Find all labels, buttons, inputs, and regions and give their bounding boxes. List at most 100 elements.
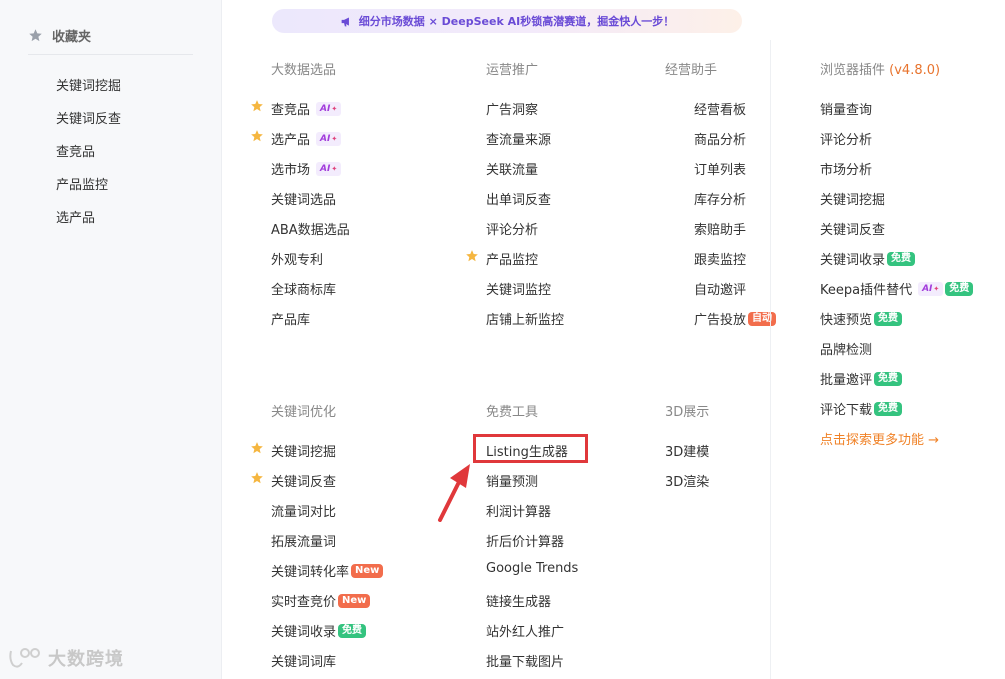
menu-item-product-analysis[interactable]: 商品分析: [694, 129, 746, 148]
menu-item-related-traffic[interactable]: 关联流量: [486, 159, 538, 178]
menu-item-keyword-mining[interactable]: 关键词挖掘: [271, 441, 336, 460]
plugin-item-review-download[interactable]: 评论下载 免费: [820, 399, 903, 418]
favorites-title: 收藏夹: [52, 30, 92, 45]
plugin-item-keepa-alt[interactable]: Keepa插件替代 AI ✦ 免费: [820, 279, 974, 298]
sidebar-item-check-competitor[interactable]: 查竞品: [56, 141, 95, 160]
menu-item-profit-calculator[interactable]: 利润计算器: [486, 501, 551, 520]
menu-item-store-new-monitor[interactable]: 店铺上新监控: [486, 309, 564, 328]
ai-badge: AI ✦: [316, 161, 342, 176]
section-title-promotion: 运营推广: [486, 63, 539, 78]
menu-item-label: 广告投放: [694, 313, 747, 328]
menu-item-listing-generator[interactable]: Listing生成器: [486, 441, 568, 460]
menu-item-trademark[interactable]: 全球商标库: [271, 279, 336, 298]
menu-item-realtime-bid[interactable]: 实时查竞价 New: [271, 591, 371, 610]
ai-badge-text: AI: [320, 133, 331, 144]
free-badge: 免费: [874, 401, 903, 416]
menu-item-keyword-conversion[interactable]: 关键词转化率 New: [271, 561, 384, 580]
menu-item-keyword-index[interactable]: 关键词收录 免费: [271, 621, 367, 640]
menu-item-label: Keepa插件替代: [820, 283, 913, 298]
pointer-arrow-icon: [438, 464, 470, 522]
promo-banner-text: 细分市场数据 × DeepSeek AI秒锁高潜赛道，掘金快人一步！: [358, 15, 675, 28]
auto-badge: 自动: [748, 311, 777, 326]
free-badge: 免费: [945, 281, 974, 296]
watermark-text: 大数跨境: [48, 649, 124, 670]
ai-badge-text: AI: [320, 163, 331, 174]
menu-item-label: 批量邀评: [820, 373, 873, 388]
menu-item-ad-delivery[interactable]: 广告投放 自动: [694, 309, 777, 328]
plugin-item-brand-check[interactable]: 品牌检测: [820, 339, 872, 358]
promo-banner[interactable]: 细分市场数据 × DeepSeek AI秒锁高潜赛道，掘金快人一步！: [272, 9, 742, 33]
menu-item-keyword-monitor[interactable]: 关键词监控: [486, 279, 551, 298]
menu-item-product-monitor[interactable]: 产品监控: [486, 249, 538, 268]
column-divider: [770, 40, 771, 679]
section-title-plugin: 浏览器插件 (v4.8.0): [820, 59, 940, 78]
menu-item-label: 查竞品: [271, 103, 311, 118]
favorites-divider: [28, 54, 193, 55]
new-badge: New: [338, 593, 371, 608]
plugin-item-keyword-reverse[interactable]: 关键词反查: [820, 219, 885, 238]
menu-item-check-competitor[interactable]: 查竞品 AI ✦: [271, 99, 342, 118]
free-badge: 免费: [874, 311, 903, 326]
menu-item-auto-review[interactable]: 自动邀评: [694, 279, 746, 298]
menu-item-hijack-monitor[interactable]: 跟卖监控: [694, 249, 746, 268]
menu-item-sales-forecast[interactable]: 销量预测: [486, 471, 538, 490]
menu-item-label: 快速预览: [820, 313, 873, 328]
plugin-item-sales-query[interactable]: 销量查询: [820, 99, 872, 118]
menu-item-label: 关键词收录: [271, 625, 337, 640]
favorites-sidebar: 收藏夹 关键词挖掘 关键词反查 查竞品 产品监控 选产品 大数跨境: [0, 0, 222, 679]
megaphone-icon: [341, 16, 349, 26]
section-title-keyword: 关键词优化: [271, 405, 337, 420]
menu-item-ad-insight[interactable]: 广告洞察: [486, 99, 538, 118]
menu-item-influencer[interactable]: 站外红人推广: [486, 621, 564, 640]
plugin-item-keyword-mining[interactable]: 关键词挖掘: [820, 189, 885, 208]
star-icon: [466, 250, 478, 262]
menu-item-3d-render[interactable]: 3D渲染: [665, 471, 709, 490]
menu-item-design-patent[interactable]: 外观专利: [271, 249, 323, 268]
section-title-bigdata: 大数据选品: [271, 63, 337, 78]
menu-item-inventory[interactable]: 库存分析: [694, 189, 746, 208]
ai-badge: AI ✦: [316, 131, 342, 146]
menu-item-expand-traffic[interactable]: 拓展流量词: [271, 531, 336, 550]
sidebar-item-keyword-mining[interactable]: 关键词挖掘: [56, 75, 121, 94]
menu-item-discount-calculator[interactable]: 折后价计算器: [486, 531, 564, 550]
menu-item-aba-select[interactable]: ABA数据选品: [271, 219, 350, 238]
plugin-item-quick-preview[interactable]: 快速预览 免费: [820, 309, 903, 328]
menu-item-traffic-compare[interactable]: 流量词对比: [271, 501, 336, 520]
plugin-item-review-analysis[interactable]: 评论分析: [820, 129, 872, 148]
menu-item-3d-modeling[interactable]: 3D建模: [665, 441, 709, 460]
menu-item-select-product[interactable]: 选产品 AI ✦: [271, 129, 342, 148]
sidebar-item-select-product[interactable]: 选产品: [56, 207, 95, 226]
section-title-assistant: 经营助手: [665, 63, 718, 78]
new-badge: New: [351, 563, 384, 578]
sidebar-item-keyword-reverse[interactable]: 关键词反查: [56, 108, 121, 127]
section-title-free-tools: 免费工具: [486, 405, 539, 420]
menu-item-keyword-reverse[interactable]: 关键词反查: [271, 471, 336, 490]
star-icon: [251, 472, 263, 484]
menu-item-google-trends[interactable]: Google Trends: [486, 561, 578, 576]
menu-item-select-market[interactable]: 选市场 AI ✦: [271, 159, 342, 178]
menu-item-product-library[interactable]: 产品库: [271, 309, 310, 328]
star-icon: [251, 130, 263, 142]
menu-item-order-keyword[interactable]: 出单词反查: [486, 189, 551, 208]
brand-logo-icon: [9, 648, 40, 668]
menu-item-traffic-source[interactable]: 查流量来源: [486, 129, 551, 148]
plugin-item-keyword-index[interactable]: 关键词收录 免费: [820, 249, 916, 268]
star-icon: [29, 29, 42, 42]
favorites-header: 收藏夹: [28, 26, 91, 45]
menu-item-batch-download[interactable]: 批量下载图片: [486, 651, 564, 670]
menu-item-order-list[interactable]: 订单列表: [694, 159, 746, 178]
sidebar-item-product-monitor[interactable]: 产品监控: [56, 174, 108, 193]
menu-item-dashboard[interactable]: 经营看板: [694, 99, 746, 118]
menu-item-claim-assistant[interactable]: 索赔助手: [694, 219, 746, 238]
explore-more-link[interactable]: 点击探索更多功能 →: [820, 429, 939, 448]
plugin-item-market-analysis[interactable]: 市场分析: [820, 159, 872, 178]
plugin-item-batch-review[interactable]: 批量邀评 免费: [820, 369, 903, 388]
menu-item-link-generator[interactable]: 链接生成器: [486, 591, 551, 610]
menu-item-keyword-select[interactable]: 关键词选品: [271, 189, 336, 208]
menu-item-review-analysis[interactable]: 评论分析: [486, 219, 538, 238]
star-icon: [251, 442, 263, 454]
plugin-version: (v4.8.0): [889, 63, 941, 78]
sparkle-icon: ✦: [331, 104, 338, 113]
menu-item-keyword-library[interactable]: 关键词词库: [271, 651, 336, 670]
ai-badge: AI ✦: [918, 281, 944, 296]
